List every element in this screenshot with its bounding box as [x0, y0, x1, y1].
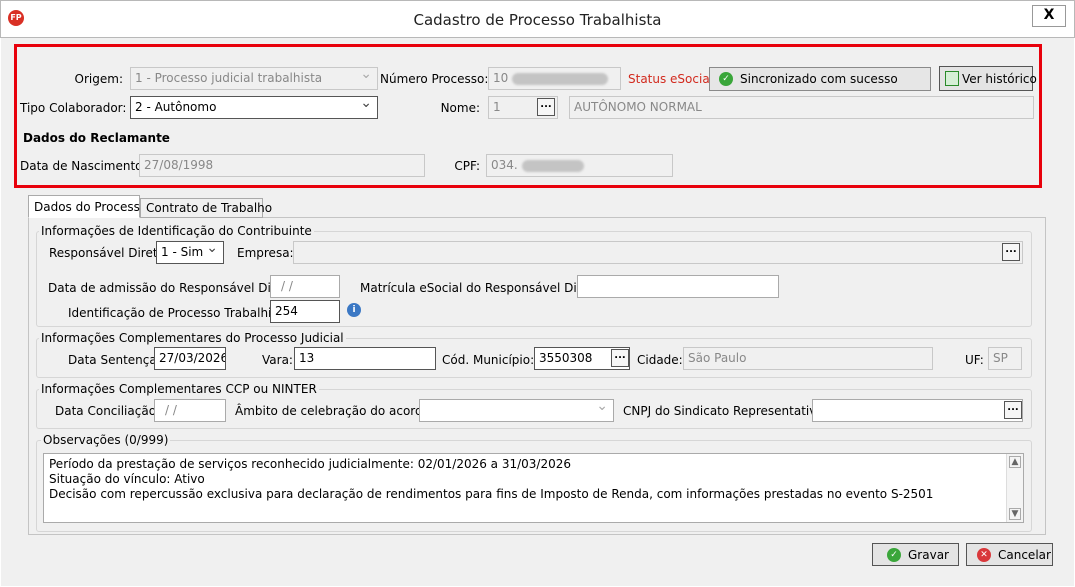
check-circle-icon: ✓: [887, 548, 901, 562]
matricula-field[interactable]: [577, 275, 779, 298]
empresa-label: Empresa:: [237, 246, 294, 260]
obs-line: Decisão com repercussão exclusiva para d…: [49, 487, 934, 501]
cancel-circle-icon: ✕: [977, 548, 991, 562]
sentenca-field[interactable]: 27/03/2026: [154, 347, 226, 370]
empresa-field: [293, 241, 1023, 264]
tab-contrato-trabalho[interactable]: Contrato de Trabalho: [140, 198, 272, 218]
obs-line: Situação do vínculo: Ativo: [49, 472, 205, 486]
vara-label: Vara:: [262, 353, 293, 367]
uf-label: UF:: [965, 353, 984, 367]
cnpj-field[interactable]: [812, 399, 1023, 422]
responsavel-select[interactable]: 1 - Sim: [156, 241, 224, 264]
cidade-field: São Paulo: [683, 347, 933, 370]
uf-field: SP: [988, 347, 1022, 370]
ambito-label: Âmbito de celebração do acordo:: [235, 404, 435, 418]
vara-field[interactable]: 13: [294, 347, 436, 370]
observacoes-textarea[interactable]: Período da prestação de serviços reconhe…: [43, 453, 1024, 523]
municipio-lookup-button[interactable]: ...: [611, 349, 629, 367]
sentenca-label: Data Sentença:: [68, 353, 161, 367]
judicial-title: Informações Complementares do Processo J…: [39, 331, 346, 345]
gravar-button[interactable]: ✓ Gravar: [872, 543, 959, 566]
admissao-label: Data de admissão do Responsável Direto:: [48, 281, 300, 295]
matricula-label: Matrícula eSocial do Responsável Direto: [360, 281, 601, 295]
cnpj-lookup-button[interactable]: ...: [1004, 401, 1022, 419]
scroll-down-icon[interactable]: ▼: [1009, 508, 1021, 520]
observacoes-scrollbar[interactable]: ▲ ▼: [1006, 454, 1023, 522]
highlight-box: [14, 44, 1042, 188]
cancelar-button[interactable]: ✕ Cancelar: [966, 543, 1053, 566]
cidade-label: Cidade:: [637, 353, 683, 367]
id-processo-field[interactable]: 254: [270, 300, 340, 323]
ccp-title: Informações Complementares CCP ou NINTER: [39, 382, 319, 396]
municipio-label: Cód. Município:: [442, 353, 535, 367]
tab-dados-processo[interactable]: Dados do Processo: [28, 195, 147, 218]
id-processo-label: Identificação de Processo Trabalhista:: [68, 306, 294, 320]
admissao-field[interactable]: / /: [270, 275, 340, 298]
scroll-up-icon[interactable]: ▲: [1009, 456, 1021, 468]
obs-line: Período da prestação de serviços reconhe…: [49, 457, 572, 471]
responsavel-label: Responsável Direto:: [49, 246, 169, 260]
identificacao-title: Informações de Identificação do Contribu…: [39, 224, 314, 238]
close-button[interactable]: X: [1032, 5, 1066, 27]
cnpj-label: CNPJ do Sindicato Representativo:: [623, 404, 828, 418]
conciliacao-label: Data Conciliação:: [55, 404, 161, 418]
info-icon[interactable]: i: [347, 303, 361, 317]
ambito-select[interactable]: [419, 399, 614, 422]
observacoes-title: Observações (0/999): [41, 433, 171, 447]
conciliacao-field[interactable]: / /: [154, 399, 226, 422]
window-title: Cadastro de Processo Trabalhista: [413, 11, 662, 29]
empresa-lookup-button[interactable]: ...: [1002, 243, 1020, 261]
